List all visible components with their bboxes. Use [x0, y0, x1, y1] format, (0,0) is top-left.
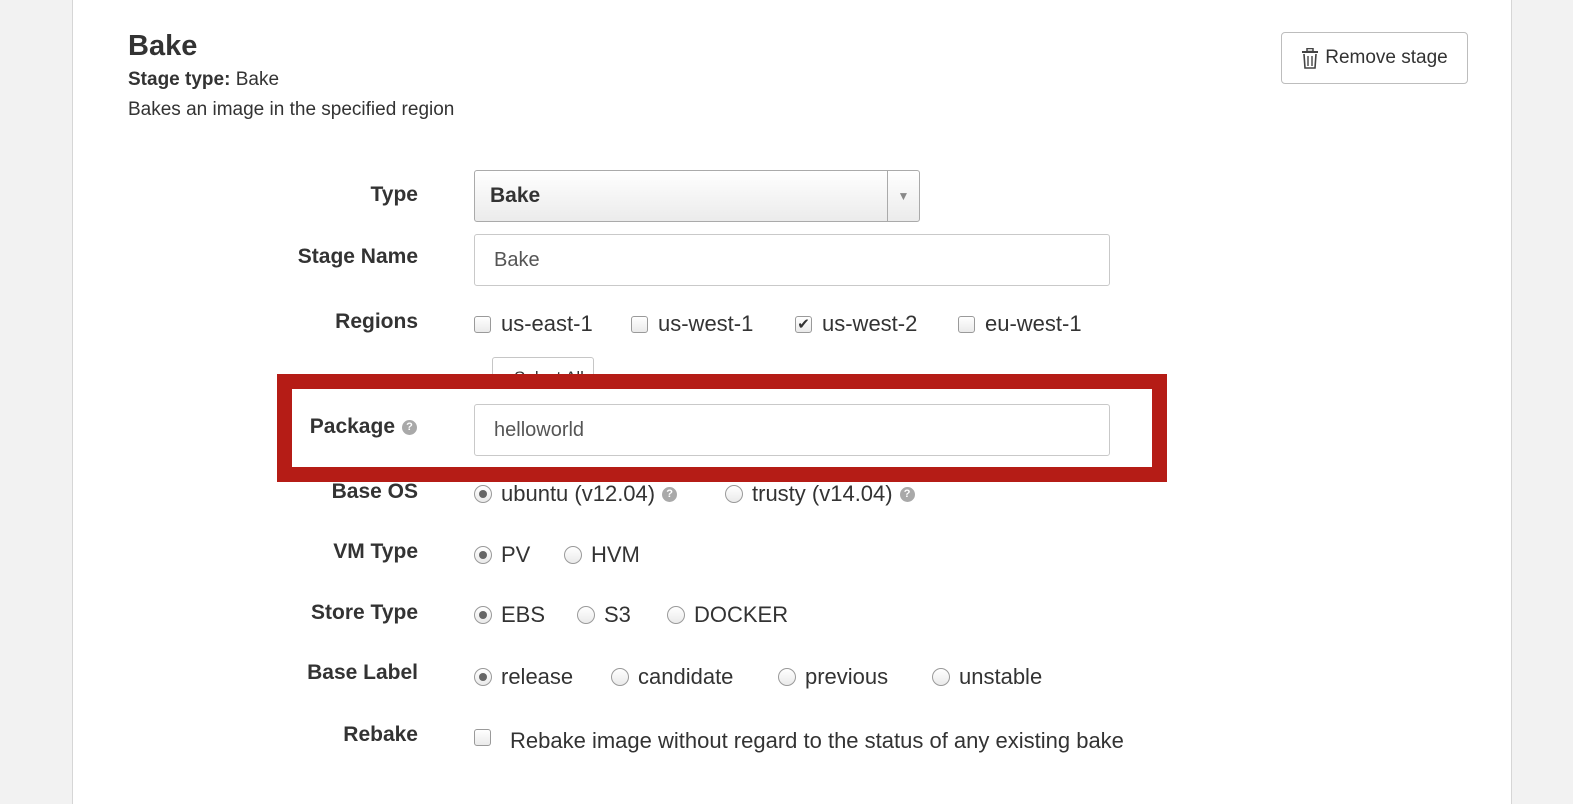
store-type-option-s3[interactable]: S3	[577, 602, 631, 628]
type-select-value: Bake	[490, 184, 541, 207]
region-option-label: us-west-1	[658, 311, 754, 336]
base-label-option-unstable[interactable]: unstable	[932, 664, 1042, 690]
store-type-option-label: S3	[604, 602, 631, 627]
region-checkbox[interactable]	[958, 315, 975, 333]
help-icon[interactable]: ?	[899, 486, 915, 502]
remove-stage-button[interactable]: Remove stage	[1281, 32, 1468, 84]
package-label-text: Package	[309, 415, 395, 438]
type-select[interactable]: Bake ▼	[474, 170, 920, 222]
base-os-option-label: ubuntu (v12.04)	[501, 481, 656, 506]
stage-type-label: Stage type:	[128, 69, 231, 90]
checkmark-icon: ✔	[797, 315, 810, 333]
package-label: Package?	[310, 415, 417, 439]
base-label-option-candidate[interactable]: candidate	[611, 664, 733, 690]
stage-type-line: Stage type: Bake	[128, 69, 279, 91]
radio-button-selected[interactable]	[474, 485, 492, 503]
base-os-option-ubuntu[interactable]: ubuntu (v12.04)?	[474, 481, 678, 507]
chevron-down-icon[interactable]: ▼	[887, 171, 919, 221]
base-label-option-label: previous	[805, 664, 889, 689]
radio-button-selected[interactable]	[474, 606, 492, 624]
region-checkbox-checked[interactable]: ✔	[795, 315, 812, 333]
type-label: Type	[370, 183, 418, 206]
store-type-label: Store Type	[311, 601, 418, 624]
base-label-option-label: unstable	[959, 664, 1043, 689]
radio-button-selected[interactable]	[474, 668, 492, 686]
stage-title: Bake	[128, 30, 198, 62]
region-option-us-east-1[interactable]: us-east-1	[474, 311, 593, 337]
base-os-option-label: trusty (v14.04)	[752, 481, 893, 506]
base-os-option-trusty[interactable]: trusty (v14.04)?	[725, 481, 915, 507]
region-checkbox[interactable]	[474, 315, 491, 333]
stage-name-input[interactable]	[474, 234, 1110, 286]
radio-button[interactable]	[778, 668, 796, 686]
region-option-eu-west-1[interactable]: eu-west-1	[958, 311, 1082, 337]
store-type-option-docker[interactable]: DOCKER	[667, 602, 788, 628]
vm-type-label: VM Type	[333, 540, 418, 563]
radio-button[interactable]	[932, 668, 950, 686]
base-label-option-label: release	[501, 664, 574, 689]
base-label-label: Base Label	[307, 661, 418, 684]
help-icon[interactable]: ?	[662, 486, 678, 502]
radio-button-selected[interactable]	[474, 546, 492, 564]
regions-label: Regions	[335, 310, 418, 333]
rebake-label: Rebake	[343, 723, 418, 746]
package-input[interactable]	[474, 404, 1110, 456]
region-option-label: eu-west-1	[985, 311, 1082, 336]
trash-icon	[1302, 47, 1319, 69]
rebake-description: Rebake image without regard to the statu…	[510, 728, 1124, 753]
base-label-option-label: candidate	[638, 664, 734, 689]
vm-type-option-label: HVM	[591, 542, 640, 567]
base-os-label: Base OS	[331, 480, 418, 503]
radio-button[interactable]	[577, 606, 595, 624]
radio-button[interactable]	[725, 485, 743, 503]
remove-stage-label: Remove stage	[1325, 47, 1448, 68]
region-option-label: us-west-2	[822, 311, 918, 336]
radio-button[interactable]	[564, 546, 582, 564]
stage-type-value: Bake	[235, 69, 280, 90]
vm-type-option-pv[interactable]: PV	[474, 542, 530, 568]
base-label-option-previous[interactable]: previous	[778, 664, 888, 690]
vm-type-option-label: PV	[501, 542, 531, 567]
help-icon[interactable]: ?	[402, 419, 417, 435]
stage-name-label: Stage Name	[297, 245, 418, 268]
radio-button[interactable]	[667, 606, 685, 624]
store-type-option-ebs[interactable]: EBS	[474, 602, 545, 628]
region-option-us-west-2[interactable]: ✔ us-west-2	[795, 311, 917, 337]
stage-description: Bakes an image in the specified region	[128, 99, 455, 120]
vm-type-option-hvm[interactable]: HVM	[564, 542, 640, 568]
region-checkbox[interactable]	[631, 315, 648, 333]
rebake-checkbox[interactable]	[474, 729, 491, 746]
region-option-us-west-1[interactable]: us-west-1	[631, 311, 753, 337]
region-option-label: us-east-1	[501, 311, 593, 336]
base-label-option-release[interactable]: release	[474, 664, 573, 690]
store-type-option-label: EBS	[501, 602, 546, 627]
radio-button[interactable]	[611, 668, 629, 686]
store-type-option-label: DOCKER	[694, 602, 789, 627]
